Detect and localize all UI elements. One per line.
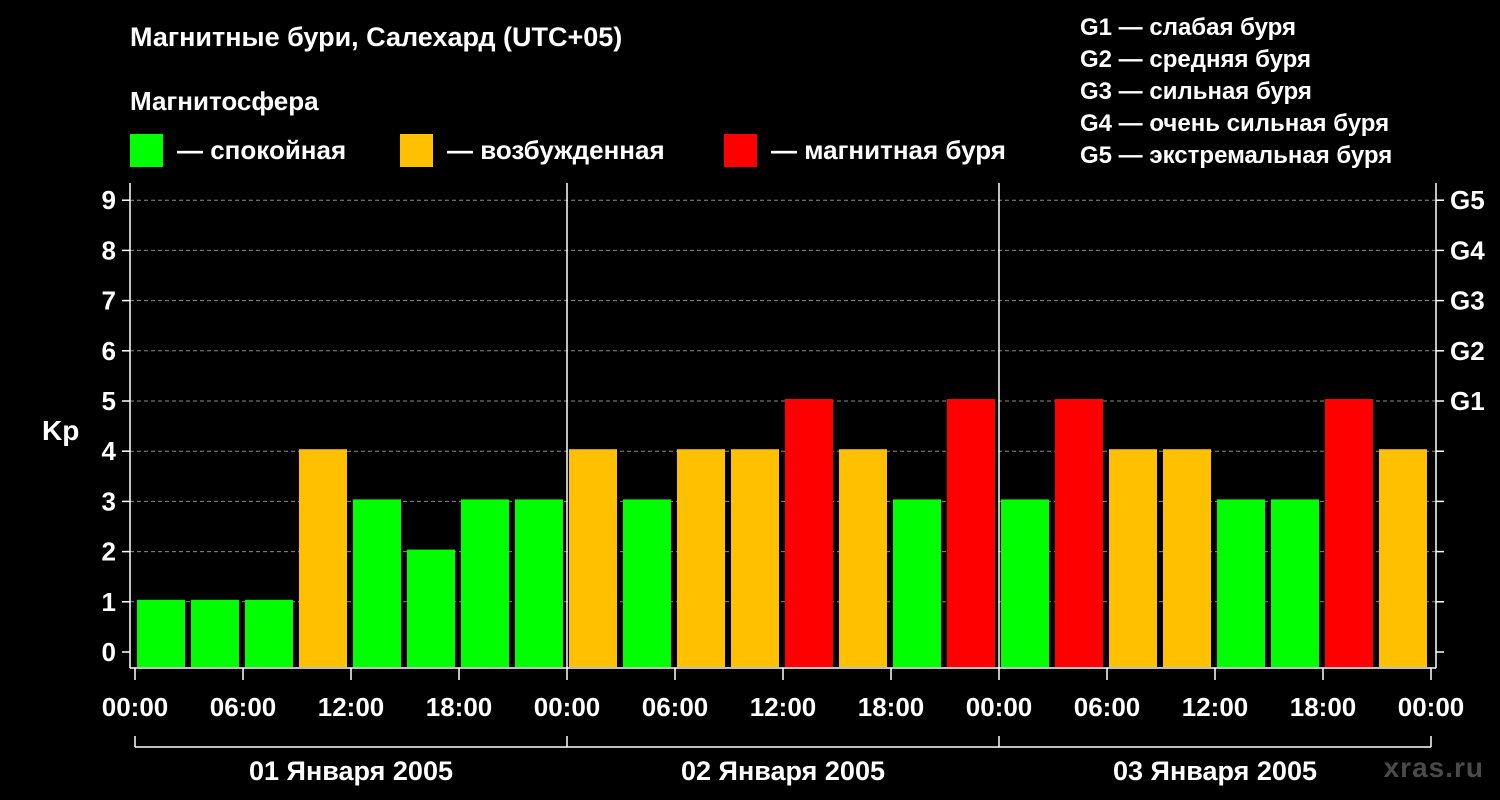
kp-bar	[407, 549, 455, 667]
kp-bar	[731, 449, 779, 667]
day-label: 03 Января 2005	[1113, 756, 1317, 786]
x-tick-label: 00:00	[1398, 692, 1465, 722]
right-axis-g-label: G2	[1450, 336, 1485, 366]
y-tick-label: 0	[102, 637, 116, 667]
right-axis-g-label: G5	[1450, 185, 1485, 215]
kp-bar	[461, 499, 509, 667]
kp-bar	[677, 449, 725, 667]
x-tick-label: 12:00	[318, 692, 385, 722]
day-label: 02 Января 2005	[681, 756, 885, 786]
x-tick-label: 00:00	[534, 692, 601, 722]
x-tick-label: 00:00	[966, 692, 1033, 722]
kp-bar	[245, 599, 293, 667]
kp-bar	[1325, 399, 1373, 667]
right-axis-g-label: G1	[1450, 386, 1485, 416]
kp-bar	[191, 599, 239, 667]
x-tick-label: 18:00	[426, 692, 493, 722]
kp-bar	[947, 399, 995, 667]
y-tick-label: 7	[102, 286, 116, 316]
kp-bar	[785, 399, 833, 667]
y-tick-label: 2	[102, 537, 116, 567]
kp-bar	[299, 449, 347, 667]
kp-bar	[839, 449, 887, 667]
kp-bar	[353, 499, 401, 667]
kp-bar	[569, 449, 617, 667]
day-label: 01 Января 2005	[249, 756, 453, 786]
kp-bar	[1217, 499, 1265, 667]
y-tick-label: 5	[102, 386, 116, 416]
kp-bar-chart: 0 1 2 3 4 5 6 7 8 9 Kp G1 G2 G3 G4 G5 00:00 06:00 12:00 18:…	[42, 183, 1485, 786]
y-tick-label: 6	[102, 336, 116, 366]
x-tick-label: 18:00	[1290, 692, 1357, 722]
y-tick-label: 8	[102, 235, 116, 265]
y-tick-label: 9	[102, 185, 116, 215]
kp-bar	[137, 599, 185, 667]
x-tick-label: 12:00	[750, 692, 817, 722]
x-tick-label: 18:00	[858, 692, 925, 722]
kp-bar	[623, 499, 671, 667]
kp-bar	[1163, 449, 1211, 667]
kp-bar	[1001, 499, 1049, 667]
right-axis-g-label: G4	[1450, 235, 1485, 265]
x-tick-label: 06:00	[210, 692, 277, 722]
kp-bar	[1271, 499, 1319, 667]
kp-bar	[515, 499, 563, 667]
x-tick-label: 12:00	[1182, 692, 1249, 722]
y-tick-label: 3	[102, 486, 116, 516]
kp-bar	[1109, 449, 1157, 667]
x-tick-label: 06:00	[1074, 692, 1141, 722]
y-axis-label: Kp	[42, 415, 79, 446]
kp-bar	[1055, 399, 1103, 667]
watermark: xras.ru	[1383, 752, 1484, 783]
y-tick-label: 4	[102, 436, 117, 466]
right-axis-g-label: G3	[1450, 286, 1485, 316]
kp-bar	[893, 499, 941, 667]
x-tick-label: 00:00	[102, 692, 169, 722]
kp-bar	[1379, 449, 1427, 667]
x-tick-label: 06:00	[642, 692, 709, 722]
y-tick-label: 1	[102, 587, 116, 617]
